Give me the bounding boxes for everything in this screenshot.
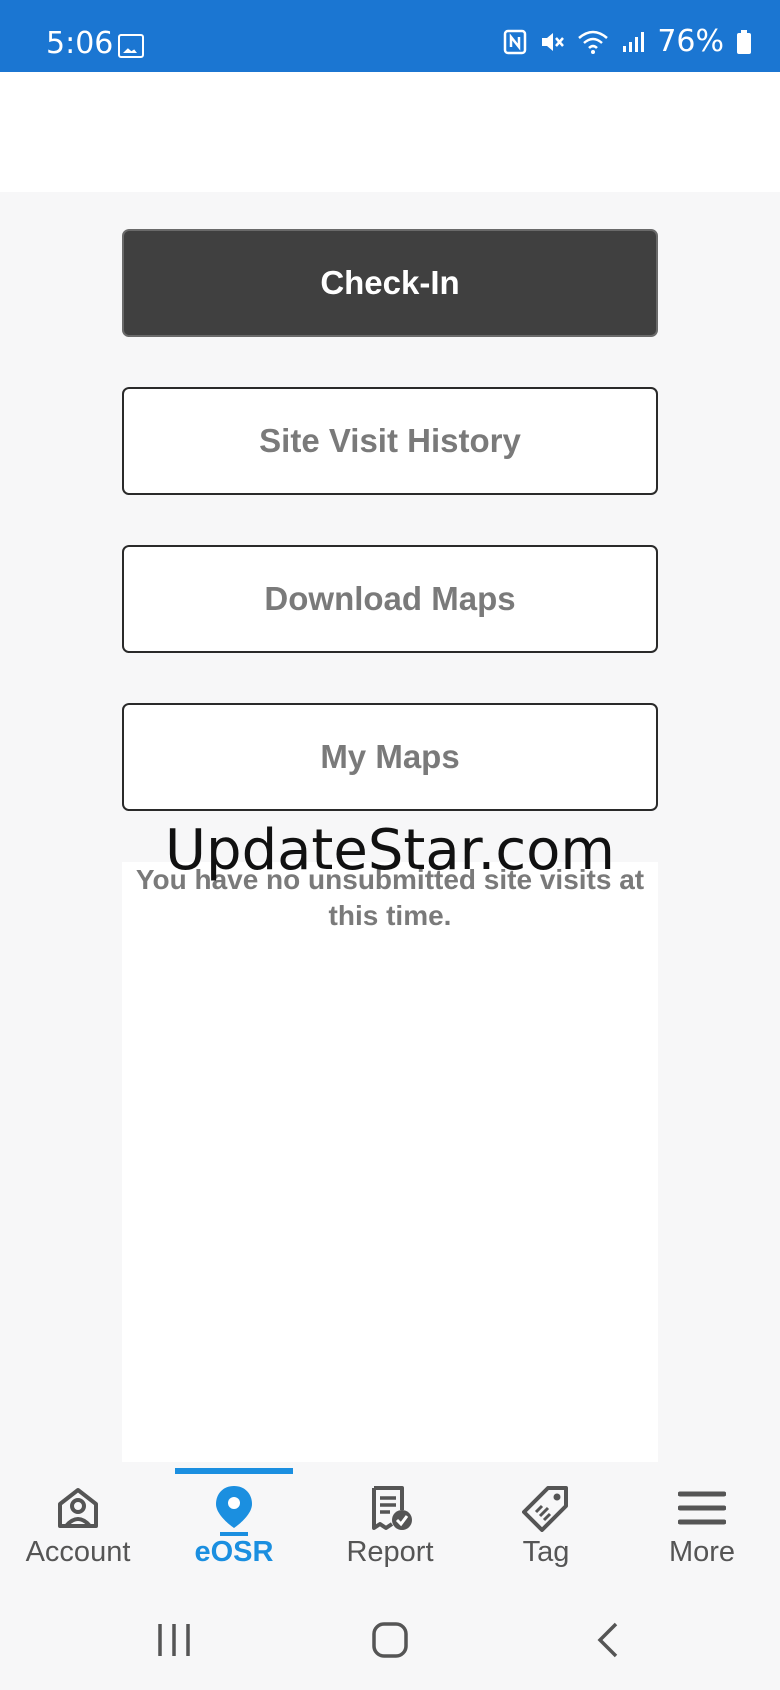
tab-tag[interactable]: Tag (468, 1468, 624, 1580)
tab-eosr[interactable]: eOSR (156, 1468, 312, 1580)
tab-label: Report (346, 1536, 434, 1568)
mute-icon (542, 32, 565, 51)
image-icon (118, 34, 144, 58)
account-icon (58, 1488, 98, 1528)
app-header (0, 72, 780, 192)
tag-icon (522, 1486, 568, 1532)
tab-label: More (668, 1536, 736, 1568)
tab-label: eOSR (194, 1536, 274, 1568)
wifi-icon (578, 30, 609, 54)
back-icon[interactable] (592, 1620, 624, 1660)
location-pin-icon (216, 1486, 252, 1536)
battery-icon (737, 29, 751, 54)
status-time: 5:06 (46, 26, 114, 61)
tab-more[interactable]: More (624, 1468, 780, 1580)
bottom-tab-bar: Account eOSR Report Tag More (0, 1468, 780, 1580)
signal-icon (623, 31, 645, 52)
check-in-button[interactable]: Check-In (122, 229, 658, 337)
site-visits-panel (122, 862, 658, 1462)
system-navigation-bar (0, 1580, 780, 1690)
watermark: UpdateStar.com (165, 818, 615, 883)
status-bar: 5:06 76% (0, 0, 780, 72)
download-maps-button[interactable]: Download Maps (122, 545, 658, 653)
menu-icon (678, 1491, 726, 1525)
site-visit-history-button[interactable]: Site Visit History (122, 387, 658, 495)
active-tab-indicator (175, 1468, 293, 1474)
tab-account[interactable]: Account (0, 1468, 156, 1580)
tab-report[interactable]: Report (312, 1468, 468, 1580)
home-icon[interactable] (370, 1620, 410, 1660)
tab-label: Tag (522, 1536, 570, 1568)
battery-percent: 76% (657, 24, 724, 59)
status-icons: 76% (503, 24, 752, 59)
my-maps-button[interactable]: My Maps (122, 703, 658, 811)
nfc-icon (504, 29, 527, 54)
recent-apps-icon[interactable] (156, 1620, 192, 1660)
tab-label: Account (25, 1536, 131, 1568)
report-icon (372, 1486, 412, 1530)
